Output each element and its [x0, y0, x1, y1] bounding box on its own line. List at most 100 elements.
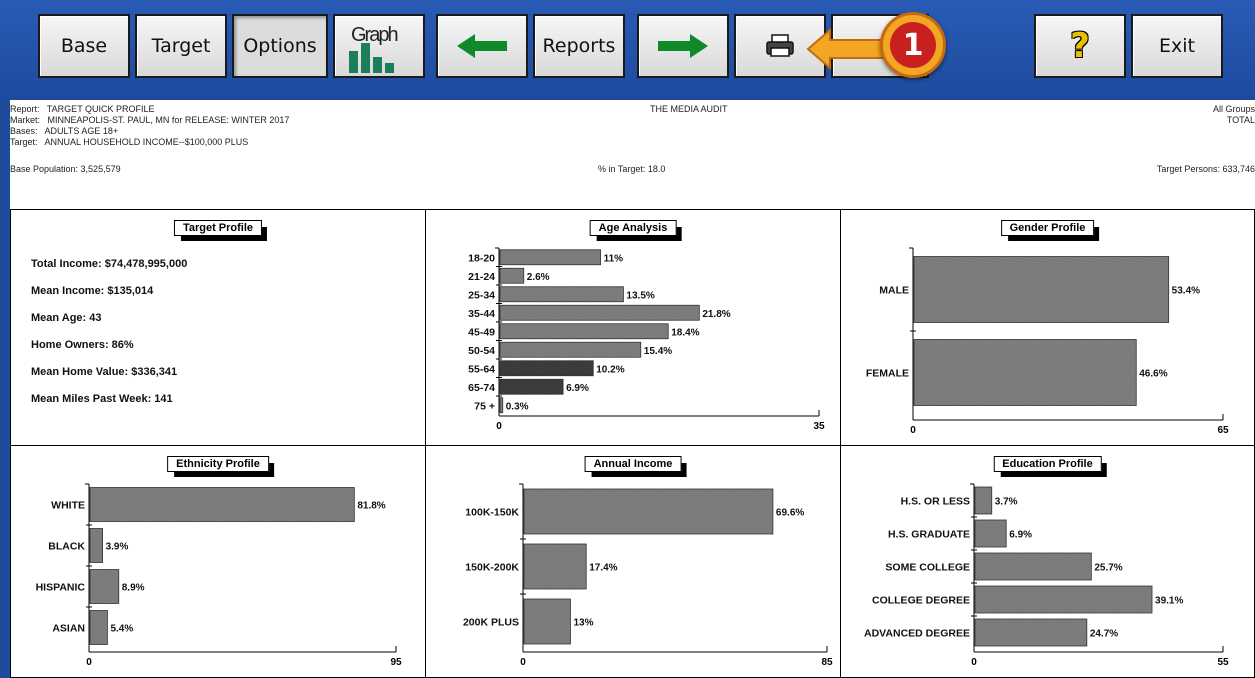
bar	[974, 486, 993, 515]
x-tick-label: 95	[390, 657, 402, 668]
value-label: 8.9%	[122, 583, 145, 594]
options-button[interactable]: Options	[232, 14, 328, 78]
target-profile-panel: Target Profile Total Income: $74,478,995…	[10, 209, 426, 446]
exit-button[interactable]: Exit	[1131, 14, 1223, 78]
graph-button[interactable]: Graph	[333, 14, 425, 78]
chart-title: Gender Profile	[1000, 220, 1100, 241]
bar	[89, 528, 104, 563]
step-badge-number: 1	[890, 22, 936, 68]
report-line: Report: TARGET QUICK PROFILE	[10, 104, 155, 114]
bar	[89, 610, 108, 645]
value-label: 81.8%	[357, 501, 385, 512]
exit-button-label: Exit	[1159, 35, 1195, 57]
bar	[499, 267, 525, 284]
target-line: Target: ANNUAL HOUSEHOLD INCOME--$100,00…	[10, 137, 249, 147]
value-label: 15.4%	[644, 346, 672, 357]
category-label: 75 +	[474, 400, 495, 412]
report-right-line-1: All Groups	[1212, 104, 1255, 114]
report-area: Report: TARGET QUICK PROFILE Market: MIN…	[10, 100, 1255, 678]
base-button[interactable]: Base	[38, 14, 130, 78]
value-label: 13.5%	[626, 290, 654, 301]
mean-miles: Mean Miles Past Week: 141	[31, 393, 173, 405]
category-label: H.S. GRADUATE	[888, 529, 970, 541]
bar	[89, 487, 355, 522]
printer-icon	[766, 34, 794, 57]
value-label: 69.6%	[776, 508, 804, 519]
value-label: 10.2%	[596, 364, 624, 375]
category-label: 25-34	[468, 289, 495, 301]
market-line: Market: MINNEAPOLIS-ST. PAUL, MN for REL…	[10, 115, 290, 125]
x-tick-label: 0	[910, 425, 916, 436]
category-label: 65-74	[468, 382, 495, 394]
pct-in-target: % in Target: 18.0	[598, 164, 666, 174]
bar	[523, 598, 571, 645]
target-profile-title: Target Profile	[173, 220, 268, 241]
bar	[499, 286, 624, 303]
target-button-label: Target	[151, 35, 211, 57]
back-arrow-button[interactable]	[436, 14, 528, 78]
base-button-label: Base	[60, 35, 108, 57]
category-label: 18-20	[468, 252, 495, 264]
category-label: 55-64	[468, 363, 495, 375]
help-icon: ?	[1070, 26, 1090, 66]
target-persons: Target Persons: 633,746	[1156, 164, 1255, 174]
report-right-line-2: TOTAL	[1226, 115, 1255, 125]
bar-chart: WHITE 81.8% BLACK 3.9% HISPANIC 8.9% ASIAN 5.4%…	[36, 483, 402, 668]
ethnicity-profile-panel: Ethnicity Profile WHITE 81.8% BLACK 3.9% HISP…	[10, 445, 426, 678]
category-label: ASIAN	[52, 623, 85, 635]
mean-home-value: Mean Home Value: $336,341	[31, 366, 178, 378]
value-label: 3.9%	[106, 542, 129, 553]
chart-title: Education Profile	[993, 456, 1108, 477]
home-owners: Home Owners: 86%	[31, 339, 134, 351]
base-population: Base Population: 3,525,579	[10, 164, 121, 174]
step-badge: 1	[880, 12, 946, 78]
target-button[interactable]: Target	[135, 14, 227, 78]
value-label: 21.8%	[702, 309, 730, 320]
bar-chart: MALE 53.4% FEMALE 46.6% 0 65	[866, 247, 1229, 436]
bar	[523, 488, 774, 535]
x-tick-label: 0	[496, 421, 502, 432]
forward-arrow-button[interactable]	[637, 14, 729, 78]
bases-line: Bases: ADULTS AGE 18+	[10, 126, 119, 136]
bar-chart: 100K-150K 69.6% 150K-200K 17.4% 200K PLUS 13%…	[463, 483, 833, 668]
gender-profile-panel: Gender Profile MALE 53.4% FEMALE 46.6% 0 65	[840, 209, 1255, 446]
bar	[499, 323, 669, 340]
age-analysis-panel: Age Analysis 18-20 11% 21-24 2.6% 25-34 13.5% 3…	[425, 209, 841, 446]
bar	[913, 256, 1170, 323]
mean-age: Mean Age: 43	[31, 312, 102, 324]
value-label: 3.7%	[995, 497, 1018, 508]
bar	[499, 304, 700, 321]
chart-title: Age Analysis	[589, 220, 682, 241]
category-label: SOME COLLEGE	[885, 562, 970, 574]
value-label: 46.6%	[1139, 369, 1167, 380]
category-label: BLACK	[48, 541, 85, 553]
category-label: 200K PLUS	[463, 617, 519, 629]
category-label: ADVANCED DEGREE	[864, 628, 970, 640]
value-label: 53.4%	[1172, 286, 1200, 297]
total-income: Total Income: $74,478,995,000	[31, 258, 188, 270]
bar	[499, 341, 642, 358]
category-label: HISPANIC	[36, 582, 86, 594]
help-button[interactable]: ?	[1034, 14, 1126, 78]
chart-title-text: Ethnicity Profile	[167, 456, 274, 477]
bar	[974, 519, 1007, 548]
chart-title-text: Gender Profile	[1000, 220, 1100, 241]
value-label: 25.7%	[1094, 563, 1122, 574]
x-tick-label: 55	[1217, 657, 1229, 668]
category-label: FEMALE	[866, 368, 909, 380]
annual-income-panel: Annual Income 100K-150K 69.6% 150K-200K 17.4…	[425, 445, 841, 678]
value-label: 17.4%	[589, 563, 617, 574]
x-tick-label: 0	[86, 657, 92, 668]
value-label: 13%	[573, 618, 593, 629]
category-label: WHITE	[51, 500, 85, 512]
bar	[974, 552, 1092, 581]
reports-button[interactable]: Reports	[533, 14, 625, 78]
category-label: COLLEGE DEGREE	[872, 595, 970, 607]
chart-title-text: Age Analysis	[589, 220, 682, 241]
bar-chart: H.S. OR LESS 3.7% H.S. GRADUATE 6.9% SOME CO…	[864, 483, 1229, 668]
education-profile-panel: Education Profile H.S. OR LESS 3.7% H.S. GR…	[840, 445, 1255, 678]
bar	[913, 339, 1137, 406]
bar	[89, 569, 120, 604]
category-label: H.S. OR LESS	[901, 496, 970, 508]
bar	[499, 397, 504, 414]
